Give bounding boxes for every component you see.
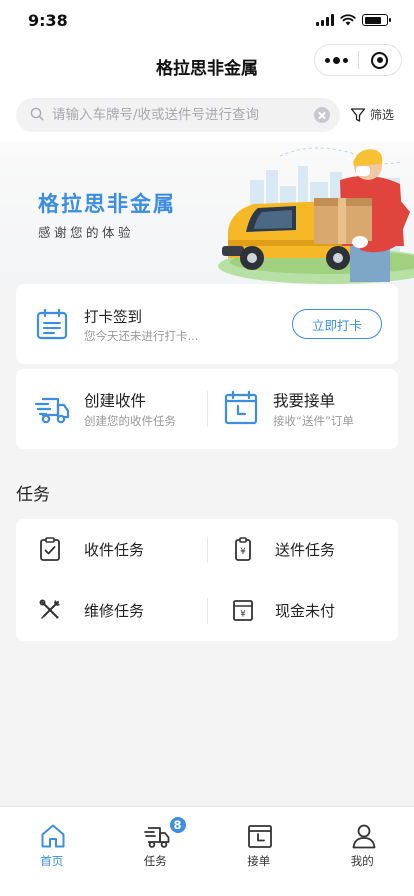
tab-bar: 首页 8 任务 接单 我的 xyxy=(0,806,414,896)
tasks-badge: 8 xyxy=(167,815,188,835)
checkin-title: 打卡签到 xyxy=(84,310,142,326)
tasks-section-title: 任务 xyxy=(16,485,50,505)
task-repair[interactable]: 维修任务 xyxy=(16,580,207,641)
yen-box-icon: ¥ xyxy=(233,600,253,621)
svg-text:¥: ¥ xyxy=(240,610,246,620)
status-time: 9:38 xyxy=(28,11,68,30)
tools-icon xyxy=(39,599,60,619)
welcome-banner: 格拉思非金属 感谢您的体验 xyxy=(0,142,414,284)
filter-button[interactable]: 筛选 xyxy=(350,106,394,123)
create-pickup-subtitle: 创建您的收件任务 xyxy=(84,414,176,428)
search-icon xyxy=(30,107,44,121)
task-cash-unpaid-label: 现金未付 xyxy=(275,602,336,620)
tab-home-label: 首页 xyxy=(40,854,64,868)
task-delivery[interactable]: ¥ 送件任务 xyxy=(207,519,398,580)
user-icon xyxy=(352,824,375,849)
truck-lines-icon xyxy=(34,397,70,424)
create-pickup-action[interactable]: 创建收件 创建您的收件任务 xyxy=(16,369,207,449)
calendar-clock-icon xyxy=(224,391,258,425)
checkin-card: 打卡签到 您今天还未进行打卡... 立即打卡 xyxy=(16,284,398,364)
accept-order-subtitle: 接收“送件”订单 xyxy=(273,414,354,428)
tab-mine-label: 我的 xyxy=(350,854,374,868)
tab-accept[interactable]: 接单 xyxy=(207,807,311,896)
create-pickup-title: 创建收件 xyxy=(84,392,147,410)
signal-icon xyxy=(316,14,334,26)
wifi-icon xyxy=(340,14,356,26)
task-repair-label: 维修任务 xyxy=(84,602,145,620)
nav-bar: 格拉思非金属 xyxy=(0,44,414,86)
close-miniprogram-icon[interactable] xyxy=(358,45,401,75)
task-pickup-label: 收件任务 xyxy=(84,541,145,559)
search-input[interactable] xyxy=(52,98,306,132)
clear-icon[interactable] xyxy=(314,107,330,123)
calendar-icon xyxy=(36,308,68,340)
calendar-clock-icon xyxy=(248,825,272,848)
checkin-subtitle: 您今天还未进行打卡... xyxy=(84,329,199,343)
filter-icon xyxy=(350,107,366,122)
quick-actions-card: 创建收件 创建您的收件任务 我要接单 接收“送件”订单 xyxy=(16,369,398,449)
tasks-card: 收件任务 ¥ 送件任务 维修任务 ¥ 现金未付 xyxy=(16,519,398,641)
search-box xyxy=(16,98,340,132)
task-delivery-label: 送件任务 xyxy=(275,541,336,559)
truck-icon xyxy=(143,827,169,848)
banner-subtitle: 感谢您的体验 xyxy=(38,225,135,240)
search-row: 筛选 xyxy=(0,86,414,142)
banner-title: 格拉思非金属 xyxy=(38,192,176,216)
task-pickup[interactable]: 收件任务 xyxy=(16,519,207,580)
miniprogram-capsule xyxy=(314,44,402,76)
clipboard-yen-icon: ¥ xyxy=(235,537,251,561)
svg-text:¥: ¥ xyxy=(240,547,246,557)
delivery-van-illustration xyxy=(218,147,414,284)
status-icons xyxy=(316,14,391,26)
tab-home[interactable]: 首页 xyxy=(0,807,104,896)
accept-order-title: 我要接单 xyxy=(273,392,336,410)
tab-mine[interactable]: 我的 xyxy=(311,807,414,896)
more-menu-icon[interactable] xyxy=(315,45,358,75)
status-bar: 9:38 xyxy=(0,0,414,44)
home-icon xyxy=(41,824,65,848)
task-cash-unpaid[interactable]: ¥ 现金未付 xyxy=(207,580,398,641)
clipboard-check-icon xyxy=(40,537,60,561)
accept-order-action[interactable]: 我要接单 接收“送件”订单 xyxy=(207,369,398,449)
tab-tasks-label: 任务 xyxy=(143,854,167,868)
tab-tasks[interactable]: 8 任务 xyxy=(104,807,208,896)
filter-label: 筛选 xyxy=(370,108,395,122)
checkin-button[interactable]: 立即打卡 xyxy=(292,309,382,339)
battery-icon xyxy=(362,14,391,26)
tab-accept-label: 接单 xyxy=(247,854,271,868)
